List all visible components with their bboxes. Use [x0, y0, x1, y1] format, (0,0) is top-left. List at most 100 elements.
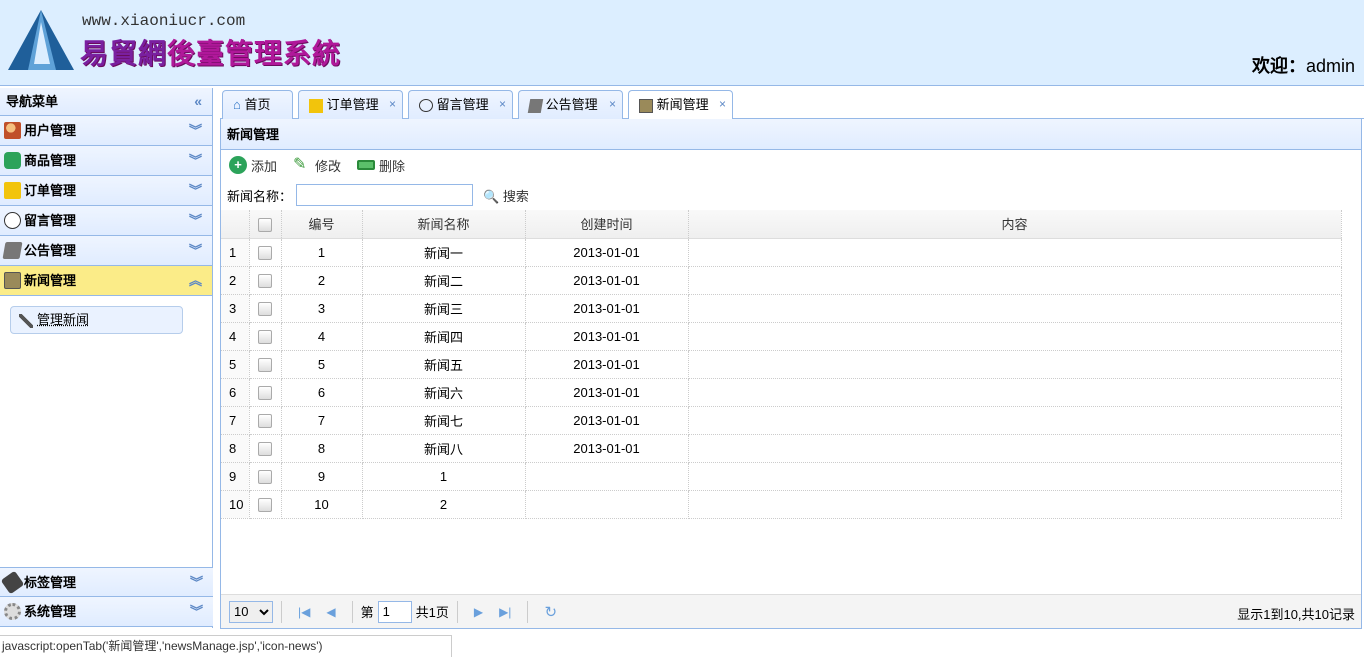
cell-id: 4 [281, 322, 363, 351]
row-checkbox[interactable] [249, 350, 282, 379]
nav-item-notices[interactable]: 公告管理 ︾ [0, 236, 212, 266]
row-checkbox[interactable] [258, 245, 272, 260]
nav-item-messages[interactable]: 留言管理 ︾ [0, 206, 212, 236]
table-row[interactable]: 991 [221, 462, 1342, 491]
close-icon[interactable]: × [609, 91, 616, 118]
close-icon[interactable]: × [499, 91, 506, 118]
select-all-checkbox[interactable] [258, 217, 272, 232]
cell-name: 新闻一 [362, 238, 526, 267]
cell-content [688, 238, 1342, 267]
expand-icon: ︾ [188, 243, 202, 258]
tag-icon [0, 570, 25, 594]
pager: 10 |◀ ◀ 第 共1页 ▶ ▶| ↻ 显示1到10,共10记录 [221, 594, 1361, 628]
table-row[interactable]: 4 4 新闻四 2013-01-01 [221, 322, 1342, 351]
username: admin [1305, 56, 1355, 76]
order-icon [309, 98, 323, 113]
search-button[interactable]: 🔍 搜索 [483, 186, 529, 205]
row-checkbox[interactable] [258, 441, 272, 456]
search-input[interactable] [296, 184, 474, 206]
cell-id: 7 [281, 406, 363, 435]
nav-item-system[interactable]: 系统管理 ︾ [0, 597, 213, 627]
row-checkbox[interactable] [249, 434, 282, 463]
edit-button[interactable]: ✎ 修改 [293, 156, 341, 175]
row-checkbox[interactable] [249, 322, 282, 351]
cell-time: 2013-01-01 [525, 350, 689, 379]
row-checkbox[interactable] [249, 406, 282, 435]
sub-item-manage-news[interactable]: 管理新闻 [10, 306, 183, 334]
row-checkbox[interactable] [249, 238, 282, 267]
header-checkbox[interactable] [249, 210, 282, 239]
tab-notices[interactable]: 公告管理 × [518, 90, 623, 120]
tab-messages[interactable]: 留言管理 × [408, 90, 513, 120]
close-icon[interactable]: × [389, 91, 396, 118]
row-checkbox[interactable] [258, 273, 272, 288]
tab-orders[interactable]: 订单管理 × [298, 90, 403, 120]
header: www.xiaoniucr.com 易貿網後臺管理系統 欢迎：admin [0, 0, 1364, 86]
collapse-icon[interactable]: « [194, 88, 202, 115]
row-checkbox[interactable] [258, 301, 272, 316]
row-number: 5 [221, 350, 250, 379]
row-checkbox[interactable] [249, 294, 282, 323]
expand-icon: ︾ [188, 213, 202, 228]
cell-content [688, 350, 1342, 379]
close-icon[interactable]: × [719, 91, 726, 118]
cell-time: 2013-01-01 [525, 238, 689, 267]
expand-icon: ︾ [188, 153, 202, 168]
header-id[interactable]: 编号 [281, 210, 363, 239]
nav-item-news[interactable]: 新闻管理 ︽ [0, 266, 212, 296]
row-checkbox[interactable] [249, 378, 282, 407]
row-number: 8 [221, 434, 250, 463]
nav-item-orders[interactable]: 订单管理 ︾ [0, 176, 212, 206]
row-checkbox[interactable] [258, 329, 272, 344]
last-page-icon[interactable]: ▶| [499, 605, 511, 619]
table-row[interactable]: 3 3 新闻三 2013-01-01 [221, 294, 1342, 323]
table-row[interactable]: 7 7 新闻七 2013-01-01 [221, 406, 1342, 435]
row-checkbox[interactable] [258, 413, 272, 428]
table-row[interactable]: 10 10 2 [221, 490, 1342, 519]
cell-time [525, 490, 689, 519]
tab-home[interactable]: ⌂ 首页 [222, 90, 293, 120]
nav-item-tags[interactable]: 标签管理 ︾ [0, 567, 213, 597]
nav-item-goods[interactable]: 商品管理 ︾ [0, 146, 212, 176]
cell-name: 新闻二 [362, 266, 526, 295]
delete-button[interactable]: 删除 [357, 156, 405, 175]
row-checkbox[interactable] [249, 490, 282, 519]
news-panel: 新闻管理 + 添加 ✎ 修改 删除 新闻名称： 🔍 搜索 编号 新闻名称 创建时间 … [220, 119, 1362, 629]
cell-content [688, 490, 1342, 519]
cell-name: 新闻七 [362, 406, 526, 435]
row-number: 1 [221, 238, 250, 267]
message-icon [4, 212, 21, 229]
cell-content [688, 322, 1342, 351]
header-name[interactable]: 新闻名称 [362, 210, 526, 239]
cell-id: 10 [281, 490, 363, 519]
header-time[interactable]: 创建时间 [525, 210, 689, 239]
table-row[interactable]: 5 5 新闻五 2013-01-01 [221, 350, 1342, 379]
header-content[interactable]: 内容 [688, 210, 1342, 239]
cell-content [688, 266, 1342, 295]
row-checkbox[interactable] [258, 469, 272, 484]
row-checkbox[interactable] [258, 497, 272, 512]
next-page-icon[interactable]: ▶ [474, 605, 483, 619]
refresh-icon[interactable]: ↻ [544, 603, 557, 621]
row-number: 4 [221, 322, 250, 351]
row-number: 10 [221, 490, 250, 519]
tab-news[interactable]: 新闻管理 × [628, 90, 733, 121]
prev-page-icon[interactable]: ◀ [326, 605, 335, 619]
nav-item-users[interactable]: 用户管理 ︾ [0, 116, 212, 146]
cell-id: 3 [281, 294, 363, 323]
page-input[interactable] [377, 600, 412, 623]
row-checkbox[interactable] [258, 385, 272, 400]
table-row[interactable]: 1 1 新闻一 2013-01-01 [221, 238, 1342, 267]
page-size-select[interactable]: 10 [229, 600, 273, 623]
table-row[interactable]: 6 6 新闻六 2013-01-01 [221, 378, 1342, 407]
cell-name: 新闻三 [362, 294, 526, 323]
table-row[interactable]: 2 2 新闻二 2013-01-01 [221, 266, 1342, 295]
first-page-icon[interactable]: |◀ [298, 605, 310, 619]
row-checkbox[interactable] [249, 462, 282, 491]
row-checkbox[interactable] [258, 357, 272, 372]
cell-time: 2013-01-01 [525, 434, 689, 463]
goods-icon [4, 152, 21, 169]
table-row[interactable]: 8 8 新闻八 2013-01-01 [221, 434, 1342, 463]
row-checkbox[interactable] [249, 266, 282, 295]
add-button[interactable]: + 添加 [229, 156, 277, 175]
